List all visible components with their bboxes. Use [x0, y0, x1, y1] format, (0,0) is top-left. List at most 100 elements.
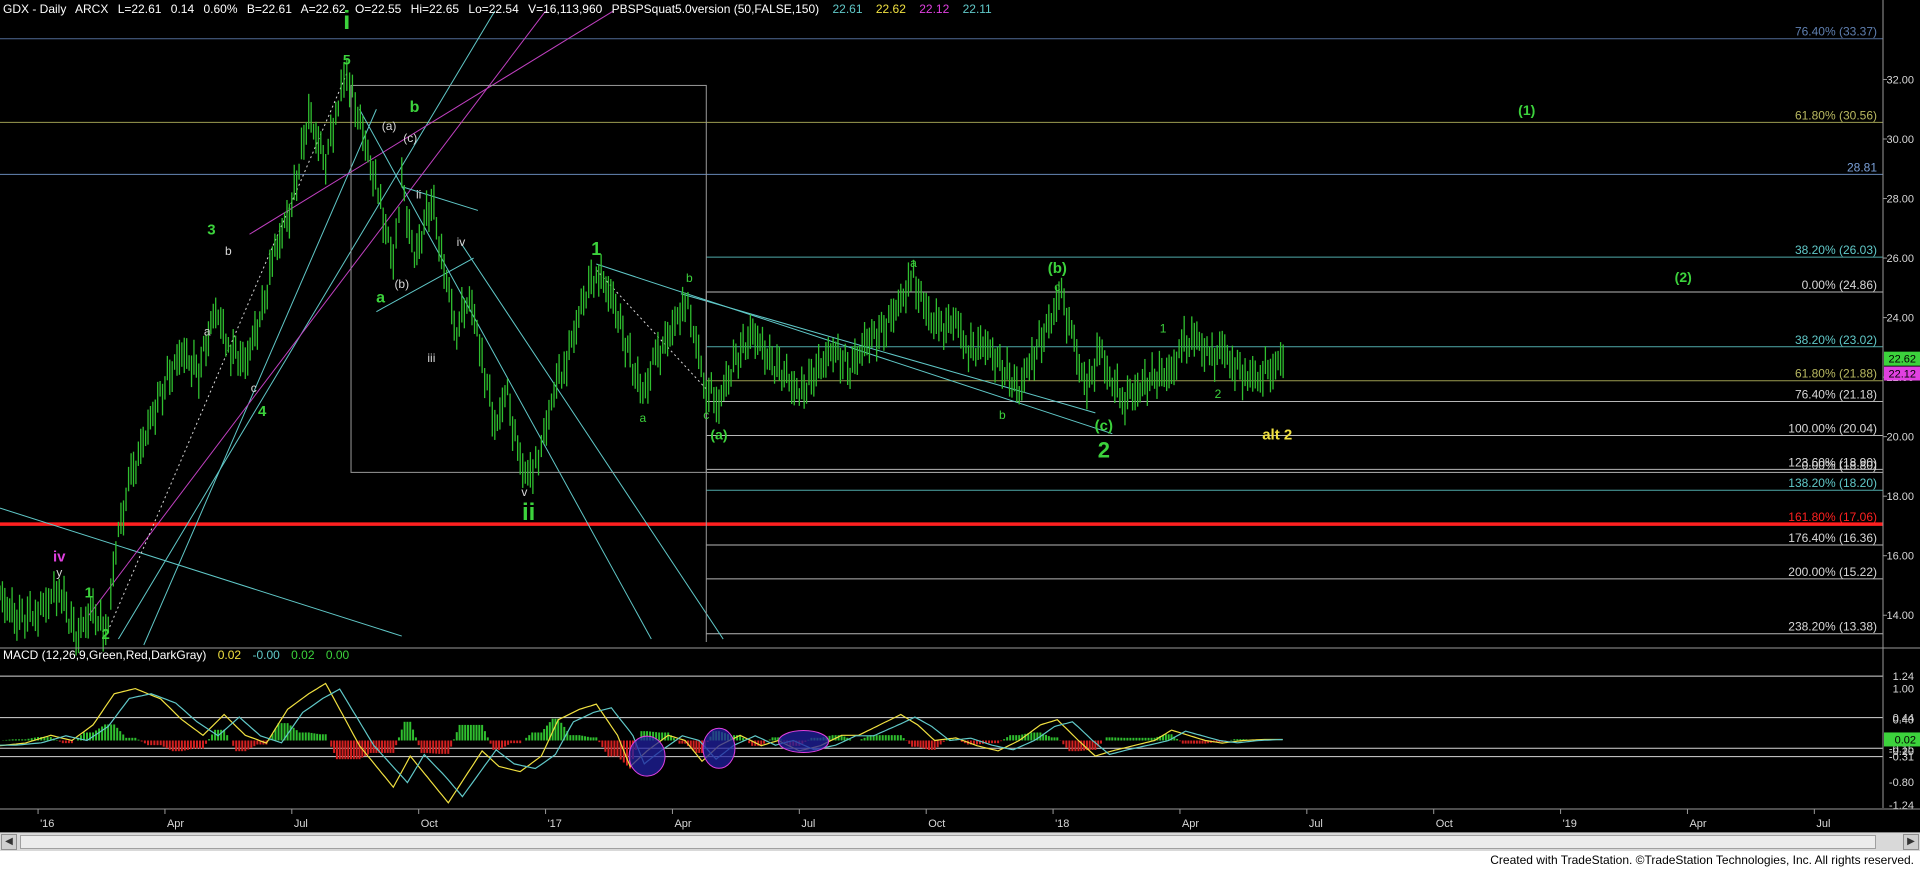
macd-value-1: 0.02: [218, 648, 242, 662]
fib-level-label: 38.20% (23.02): [1795, 333, 1877, 347]
wave-label: a: [376, 290, 385, 307]
macd-tick-label: 0.40: [1893, 715, 1914, 727]
x-tick-label: Jul: [294, 818, 308, 830]
wave-label: 1: [85, 584, 93, 601]
arrow-right-icon[interactable]: ▶: [1903, 834, 1919, 850]
fib-level-label: 76.40% (21.18): [1795, 388, 1877, 402]
fib-level-label: 76.40% (33.37): [1795, 25, 1877, 39]
y-tick-label: 26.00: [1886, 253, 1914, 265]
study-value-4: 22.11: [963, 2, 992, 16]
x-tick-label: '16: [40, 818, 54, 830]
arrow-left-icon[interactable]: ◀: [1, 834, 17, 850]
study-value-1: 22.61: [832, 2, 862, 16]
wave-label: iii: [427, 351, 435, 365]
y-tick-label: 24.00: [1886, 313, 1914, 325]
wave-label: 3: [207, 221, 215, 238]
fib-level-label: 61.80% (30.56): [1795, 108, 1877, 122]
fib-level-label: 238.20% (13.38): [1788, 620, 1877, 634]
x-tick-label: Apr: [674, 818, 691, 830]
status-bar: Created with TradeStation. ©TradeStation…: [0, 851, 1920, 870]
y-tick-label: 18.00: [1886, 491, 1914, 503]
chart-header: GDX - Daily ARCX L=22.61 0.14 0.60% B=22…: [3, 2, 992, 16]
x-tick-label: Apr: [167, 818, 184, 830]
y-tick-label: 16.00: [1886, 551, 1914, 563]
wave-label: (c): [403, 131, 417, 145]
y-tick-label: 14.00: [1886, 610, 1914, 622]
wave-label: 2: [102, 626, 110, 643]
fib-level-label: 100.00% (20.04): [1788, 421, 1877, 435]
wave-label: iv: [457, 235, 466, 249]
wave-label: alt 2: [1262, 427, 1292, 444]
wave-label: ii: [522, 499, 535, 526]
y-tick-label: 30.00: [1886, 134, 1914, 146]
wave-label: c: [703, 408, 709, 422]
svg-text:MACD (12,26,9,Green,Red,DarkGr: MACD (12,26,9,Green,Red,DarkGray) 0.02 -…: [3, 648, 350, 662]
y-tick-label: 32.00: [1886, 74, 1914, 86]
divergence-marker: [628, 735, 666, 777]
x-tick-label: '19: [1563, 818, 1577, 830]
fib-level-label: 200.00% (15.22): [1788, 565, 1877, 579]
footer-credit: Created with TradeStation. ©TradeStation…: [1490, 853, 1914, 867]
macd-value-tag-label: 0.02: [1895, 734, 1916, 746]
macd-tick-label: 1.00: [1893, 684, 1914, 696]
x-tick-label: Apr: [1689, 818, 1706, 830]
y-tick-label: 28.00: [1886, 194, 1914, 206]
wave-label: 2: [1098, 437, 1110, 462]
fib-level-label: 61.80% (21.88): [1795, 367, 1877, 381]
wave-label: 4: [258, 403, 267, 420]
wave-label: (a): [382, 119, 397, 133]
wave-label: 2: [1215, 387, 1222, 401]
study-value-2: 22.62: [876, 2, 906, 16]
header-low: Lo=22.54: [468, 2, 519, 16]
fib-level-label: 176.40% (16.36): [1788, 531, 1877, 545]
macd-tick-label: -0.80: [1889, 777, 1914, 789]
macd-value-2: -0.00: [252, 648, 280, 662]
fib-level-label: 161.80% (17.06): [1788, 510, 1877, 524]
wave-label: 1: [591, 239, 601, 259]
wave-label: a: [910, 256, 917, 270]
y-tick-label: 20.00: [1886, 432, 1914, 444]
header-bid: B=22.61: [247, 2, 292, 16]
time-scrollbar[interactable]: ◀ ▶: [0, 832, 1920, 851]
header-high: Hi=22.65: [411, 2, 460, 16]
wave-label: v: [521, 485, 527, 499]
scrollbar-thumb[interactable]: [20, 835, 1876, 849]
header-exchange: ARCX: [75, 2, 108, 16]
header-symbol: GDX - Daily: [3, 2, 66, 16]
wave-label: c: [1054, 280, 1060, 294]
wave-label: ii: [416, 188, 421, 202]
wave-label: (b): [1048, 260, 1067, 277]
divergence-marker: [702, 727, 736, 769]
header-open: O=22.55: [355, 2, 402, 16]
svg-text:GDX - Daily ARCX L: GDX - Daily ARCX L=22.61 0.14 0.60% B=22…: [3, 2, 992, 16]
macd-tick-label: -1.24: [1889, 800, 1914, 812]
wave-label: b: [999, 408, 1006, 422]
fib-level-label: 28.81: [1847, 160, 1877, 174]
wave-label: iv: [53, 549, 66, 566]
chart-background: [0, 0, 1920, 832]
wave-label: 5: [343, 52, 351, 68]
wave-label: b: [686, 271, 693, 285]
wave-label: b: [410, 99, 420, 116]
last-price-tag-label: 22.62: [1888, 354, 1916, 366]
wave-label: (c): [1095, 418, 1113, 435]
x-tick-label: Jul: [1816, 818, 1830, 830]
wave-label: b: [225, 244, 232, 258]
x-tick-label: Oct: [1436, 818, 1453, 830]
x-tick-label: Jul: [801, 818, 815, 830]
x-tick-label: '18: [1055, 818, 1069, 830]
price-chart[interactable]: 76.40% (33.37) 61.80% (30.56) 28.81 38.20% …: [0, 0, 1920, 832]
wave-label: a: [639, 411, 646, 425]
macd-value-3: 0.02: [291, 648, 315, 662]
x-tick-label: Oct: [421, 818, 438, 830]
study-value-3: 22.12: [919, 2, 949, 16]
header-last: L=22.61: [118, 2, 162, 16]
divergence-marker: [778, 730, 830, 754]
fib-level-label: 138.20% (18.20): [1788, 476, 1877, 490]
header-change-pct: 0.60%: [203, 2, 237, 16]
wave-label: (a): [710, 427, 727, 443]
last-price-tag-label: 22.12: [1888, 369, 1916, 381]
wave-label: (1): [1518, 102, 1535, 118]
x-tick-label: '17: [548, 818, 562, 830]
fib-level-label: 38.20% (26.03): [1795, 243, 1877, 257]
